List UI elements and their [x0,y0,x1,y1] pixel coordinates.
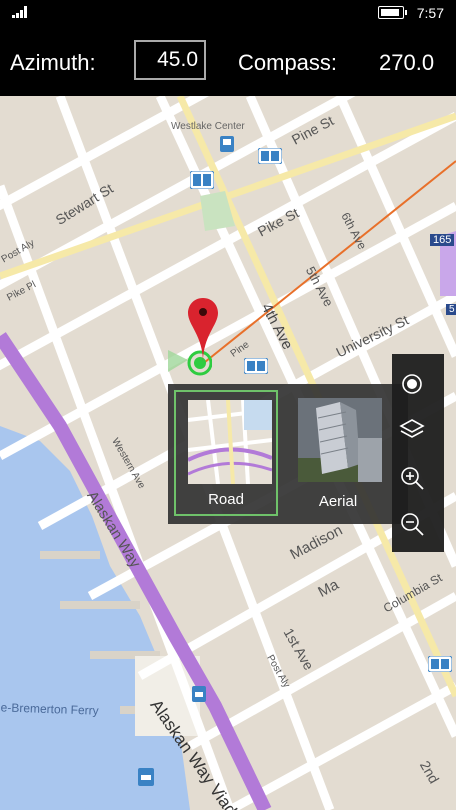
transit-station-icon[interactable] [220,136,234,152]
ferry-terminal-icon[interactable] [138,768,154,786]
label-westlake: Westlake Center [171,121,245,132]
bus-stop-icon[interactable] [190,171,214,189]
bus-stop-icon-3[interactable] [244,358,268,374]
status-bar: 7:57 [0,0,456,28]
layer-option-aerial[interactable]: Aerial [286,390,390,516]
compass-value: 270.0 [379,50,435,75]
map-controls-bar [392,354,444,552]
battery-icon [378,6,407,19]
status-time: 7:57 [416,5,444,21]
highway-165-shield: 165 [430,234,455,246]
map-view[interactable]: Westlake Center Pine St Stewart St Pike … [0,96,456,810]
heading-header: Azimuth: 45.0 Compass: 270.0 [0,28,456,96]
aerial-preview [298,398,382,482]
compass-label: Compass: [238,50,338,75]
layer-picker-panel: Road Aerial [168,384,408,524]
azimuth-label: Azimuth: [10,50,96,75]
ferry-icon[interactable] [192,686,206,702]
interstate-5-shield: 5 [446,304,456,315]
azimuth-input[interactable]: 45.0 [134,40,206,80]
my-location-button[interactable] [392,364,432,404]
map-pin-icon[interactable] [186,296,220,364]
layer-option-road[interactable]: Road [174,390,278,516]
layer-label-road: Road [208,491,244,508]
zoom-in-button[interactable] [392,458,432,498]
signal-icon [12,6,30,18]
bus-stop-icon-4[interactable] [428,656,452,672]
layers-button[interactable] [392,410,432,450]
bus-stop-icon-2[interactable] [258,148,282,164]
zoom-out-button[interactable] [392,504,432,544]
layer-label-aerial: Aerial [318,493,358,510]
road-preview [188,400,272,484]
